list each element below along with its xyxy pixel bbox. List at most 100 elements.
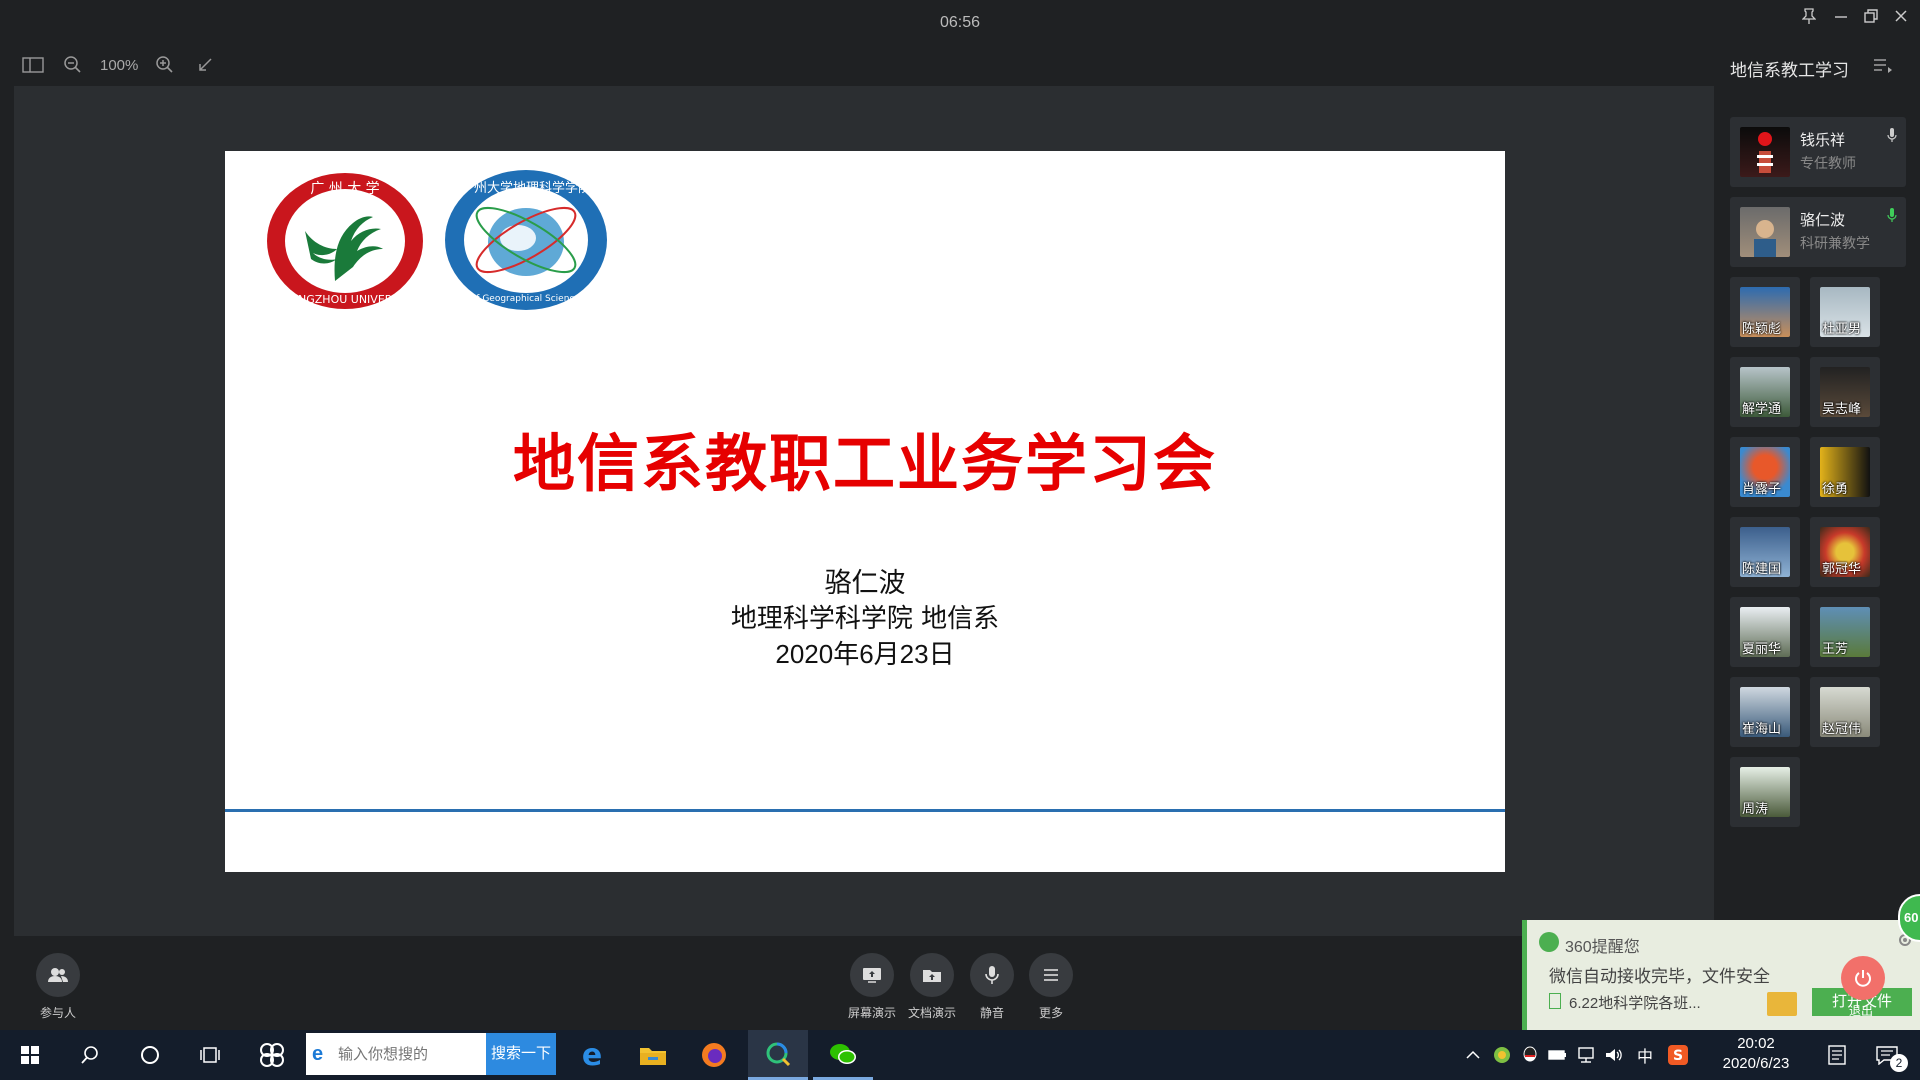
slide-title: 地信系教职工业务学习会 xyxy=(512,427,1217,500)
browser-search-button[interactable]: 搜索一下 xyxy=(486,1033,556,1075)
menu-icon xyxy=(1029,953,1073,997)
zoom-out-icon[interactable] xyxy=(60,52,86,78)
firefox-icon[interactable] xyxy=(688,1030,740,1080)
host-role: 专任教师 xyxy=(1800,155,1856,171)
file-explorer-icon[interactable] xyxy=(627,1030,679,1080)
people-icon xyxy=(36,953,80,997)
svg-text:S: S xyxy=(1673,1048,1683,1064)
participant-tile[interactable]: 解学通 xyxy=(1730,357,1800,427)
task-view-icon[interactable] xyxy=(184,1030,236,1080)
microphone-icon xyxy=(1886,127,1898,148)
folder-icon[interactable] xyxy=(1767,992,1797,1016)
guangzhou-university-logo: 广 州 大 学 GUANGZHOU UNIVERSITY xyxy=(265,171,425,311)
browser-search-box[interactable]: e xyxy=(306,1033,486,1075)
participant-tile[interactable]: 夏丽华 xyxy=(1730,597,1800,667)
folder-share-icon xyxy=(910,953,954,997)
clock-date: 2020/6/23 xyxy=(1722,1055,1790,1072)
participant-tile[interactable]: 郭冠华 xyxy=(1810,517,1880,587)
screen-share-label: 屏幕演示 xyxy=(847,1006,896,1020)
network-icon[interactable] xyxy=(1574,1030,1598,1080)
windows-start-icon[interactable] xyxy=(4,1030,56,1080)
pin-icon[interactable] xyxy=(1796,8,1822,28)
zoom-in-icon[interactable] xyxy=(152,52,178,78)
participant-name: 杜亚男 xyxy=(1822,321,1862,336)
action-center-icon[interactable]: 2 xyxy=(1862,1030,1912,1080)
participant-tile[interactable]: 杜亚男 xyxy=(1810,277,1880,347)
host-role: 科研兼教学 xyxy=(1800,235,1870,251)
cortana-icon[interactable] xyxy=(124,1030,176,1080)
slide-divider xyxy=(225,809,1505,812)
file-icon xyxy=(1549,993,1561,1009)
presentation-slide: 广 州 大 学 GUANGZHOU UNIVERSITY 广州大学地理科学学院 … xyxy=(225,151,1505,872)
participant-tile[interactable]: 赵冠伟 xyxy=(1810,677,1880,747)
pinwheel-app-icon[interactable] xyxy=(246,1030,298,1080)
participant-tile[interactable]: 陈颖彪 xyxy=(1730,277,1800,347)
participants-button[interactable]: 参与人 xyxy=(28,953,88,1021)
360-tray-icon[interactable] xyxy=(1490,1030,1514,1080)
meeting-timer: 06:56 xyxy=(939,14,981,31)
participant-name: 吴志峰 xyxy=(1822,401,1862,416)
meeting-title: 地信系教工学习 xyxy=(1730,61,1849,80)
popup-file-name[interactable]: 6.22地科学院各班... xyxy=(1569,992,1701,1013)
avatar xyxy=(1740,207,1790,257)
participant-tile[interactable]: 崔海山 xyxy=(1730,677,1800,747)
doc-share-button[interactable]: 文档演示 xyxy=(902,953,962,1021)
volume-icon[interactable] xyxy=(1602,1030,1626,1080)
collapse-panel-icon[interactable] xyxy=(1872,56,1896,76)
slide-department: 地理科学科学院 地信系 xyxy=(730,604,1000,634)
notes-icon[interactable] xyxy=(1820,1030,1854,1080)
participant-tile[interactable]: 周涛 xyxy=(1730,757,1800,827)
more-label: 更多 xyxy=(1038,1006,1063,1020)
microphone-icon xyxy=(970,953,1014,997)
ie-icon: e xyxy=(312,1043,324,1065)
avatar xyxy=(1740,127,1790,177)
zoom-level: 100% xyxy=(100,56,139,74)
restore-icon[interactable] xyxy=(1858,8,1884,28)
sidebar-toggle-icon[interactable] xyxy=(20,52,46,78)
mute-button[interactable]: 静音 xyxy=(962,953,1022,1021)
sogou-icon[interactable]: S xyxy=(1664,1030,1692,1080)
exit-label[interactable]: 退出 xyxy=(1849,1002,1873,1019)
screen-share-button[interactable]: 屏幕演示 xyxy=(842,953,902,1021)
meeting-app-icon[interactable] xyxy=(748,1030,808,1080)
search-icon[interactable] xyxy=(64,1030,116,1080)
edge-icon[interactable]: e xyxy=(566,1030,618,1080)
participant-name: 周涛 xyxy=(1742,801,1769,816)
doc-share-label: 文档演示 xyxy=(907,1006,956,1020)
participant-tile[interactable]: 徐勇 xyxy=(1810,437,1880,507)
more-button[interactable]: 更多 xyxy=(1021,953,1081,1021)
close-icon[interactable] xyxy=(1888,8,1914,28)
host-card[interactable]: 骆仁波 科研兼教学 xyxy=(1730,197,1906,267)
chevron-up-icon[interactable] xyxy=(1462,1030,1484,1080)
popup-title: 360提醒您 xyxy=(1565,939,1640,956)
ime-indicator[interactable]: 中 xyxy=(1632,1030,1658,1080)
mute-label: 静音 xyxy=(979,1006,1004,1020)
participant-name: 崔海山 xyxy=(1742,721,1782,736)
participant-name: 陈建国 xyxy=(1742,561,1782,576)
minimize-icon[interactable] xyxy=(1828,8,1854,28)
battery-icon[interactable] xyxy=(1546,1030,1570,1080)
participant-tile[interactable]: 王芳 xyxy=(1810,597,1880,667)
participant-tile[interactable]: 肖露子 xyxy=(1730,437,1800,507)
participant-name: 徐勇 xyxy=(1822,481,1849,496)
shield-icon xyxy=(1539,932,1559,952)
participant-tile[interactable]: 吴志峰 xyxy=(1810,357,1880,427)
power-icon[interactable] xyxy=(1841,956,1885,1000)
participant-name: 王芳 xyxy=(1822,641,1849,656)
system-clock[interactable]: 20:02 2020/6/23 xyxy=(1700,1034,1812,1076)
notification-popup[interactable]: 360提醒您 微信自动接收完毕，文件安全 6.22地科学院各班... 打开文件 … xyxy=(1522,920,1920,1030)
participant-tile[interactable]: 陈建国 xyxy=(1730,517,1800,587)
host-name: 钱乐祥 xyxy=(1800,132,1846,149)
host-name: 骆仁波 xyxy=(1800,212,1846,229)
browser-search-input[interactable] xyxy=(336,1041,485,1067)
participant-name: 解学通 xyxy=(1742,401,1782,416)
participant-name: 夏丽华 xyxy=(1742,641,1782,656)
wechat-icon[interactable] xyxy=(813,1030,873,1080)
fit-window-icon[interactable] xyxy=(192,52,218,78)
host-card[interactable]: 钱乐祥 专任教师 xyxy=(1730,117,1906,187)
participant-name: 赵冠伟 xyxy=(1822,721,1862,736)
participant-name: 郭冠华 xyxy=(1822,561,1862,576)
microphone-active-icon xyxy=(1886,207,1898,228)
svg-text:School of Geographical Science: School of Geographical Sciences GZHU xyxy=(443,294,609,304)
qq-tray-icon[interactable] xyxy=(1518,1030,1542,1080)
